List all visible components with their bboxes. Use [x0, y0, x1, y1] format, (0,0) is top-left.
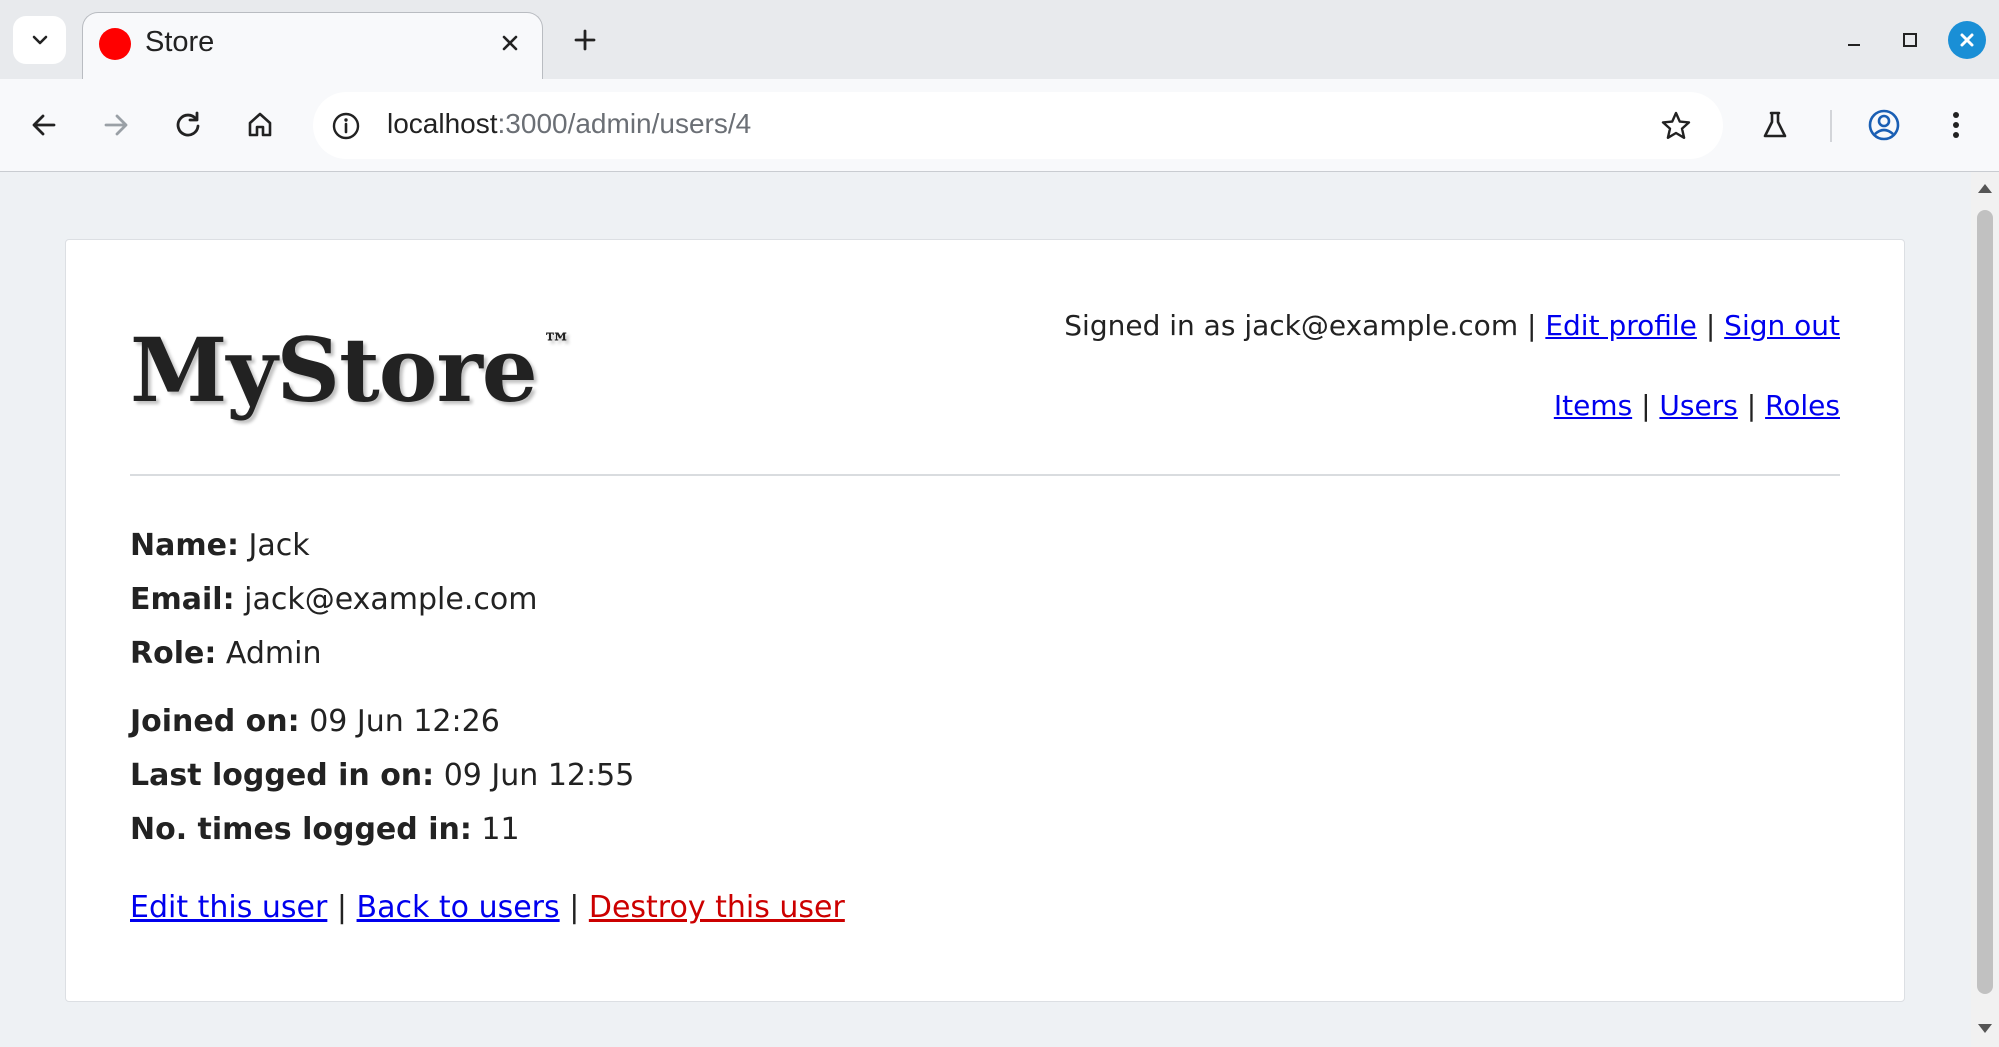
user-actions: Edit this user | Back to users | Destroy…	[130, 890, 845, 925]
browser-tab-strip: Store	[0, 0, 1999, 79]
kebab-menu-icon	[1953, 112, 1959, 138]
favicon-icon	[99, 28, 131, 60]
joined-value: 09 Jun 12:26	[309, 704, 500, 739]
admin-nav: Items | Users | Roles	[1554, 389, 1840, 422]
content-card: MyStore ™ Signed in as jack@example.com |…	[65, 239, 1905, 1002]
signed-in-text: Signed in as jack@example.com	[1064, 309, 1519, 342]
login-count-label: No. times logged in:	[130, 812, 472, 847]
tab-close-icon[interactable]	[494, 27, 526, 59]
menu-button[interactable]	[1931, 100, 1981, 150]
login-count-value: 11	[481, 812, 520, 847]
account-circle-icon	[1868, 109, 1900, 141]
home-icon	[248, 112, 272, 137]
last-login-label: Last logged in on:	[130, 758, 435, 793]
separator: |	[1527, 309, 1537, 342]
account-bar: Signed in as jack@example.com | Edit pro…	[1064, 309, 1840, 342]
reload-button[interactable]	[163, 100, 213, 150]
scrollbar-thumb[interactable]	[1977, 210, 1993, 994]
plus-icon	[574, 29, 596, 51]
url-host: localhost	[387, 108, 498, 139]
last-login-value: 09 Jun 12:55	[443, 758, 635, 793]
window-close-button[interactable]	[1948, 21, 1986, 59]
vertical-scrollbar[interactable]	[1971, 172, 1999, 1047]
address-bar[interactable]: localhost:3000/admin/users/4	[313, 92, 1723, 159]
profile-button[interactable]	[1859, 100, 1909, 150]
new-tab-button[interactable]	[565, 20, 605, 60]
reload-icon	[176, 111, 200, 137]
separator: |	[1705, 309, 1716, 342]
login-count-row: No. times logged in: 11	[130, 812, 520, 847]
forward-button[interactable]	[91, 100, 141, 150]
site-logo: MyStore ™	[130, 326, 571, 414]
role-label: Role:	[130, 636, 217, 671]
bookmark-star-icon[interactable]	[1657, 107, 1695, 145]
maximize-icon	[1903, 33, 1917, 47]
joined-label: Joined on:	[130, 704, 300, 739]
arrow-left-icon	[32, 114, 56, 136]
trademark-mark: ™	[542, 327, 571, 360]
scroll-up-arrow-icon[interactable]	[1978, 184, 1992, 193]
toolbar-divider	[1830, 110, 1832, 142]
last-login-row: Last logged in on: 09 Jun 12:55	[130, 758, 634, 793]
destroy-user-link[interactable]: Destroy this user	[589, 890, 845, 925]
edit-profile-link[interactable]: Edit profile	[1545, 309, 1697, 342]
email-row: Email: jack@example.com	[130, 582, 537, 617]
site-info-icon[interactable]	[329, 109, 363, 143]
url-text[interactable]: localhost:3000/admin/users/4	[387, 108, 751, 140]
separator: |	[336, 890, 347, 925]
url-path: :3000/admin/users/4	[497, 108, 752, 139]
role-value: Admin	[225, 636, 322, 671]
email-value: jack@example.com	[244, 582, 538, 617]
back-to-users-link[interactable]: Back to users	[357, 890, 560, 925]
role-row: Role: Admin	[130, 636, 322, 671]
nav-roles-link[interactable]: Roles	[1765, 389, 1840, 422]
minimize-icon	[1848, 44, 1860, 46]
tab-title: Store	[145, 26, 215, 58]
sign-out-link[interactable]: Sign out	[1724, 309, 1840, 342]
separator: |	[1641, 389, 1651, 422]
browser-toolbar: localhost:3000/admin/users/4	[0, 79, 1999, 172]
back-button[interactable]	[19, 100, 69, 150]
separator: |	[569, 890, 580, 925]
page-viewport: MyStore ™ Signed in as jack@example.com |…	[0, 172, 1971, 1047]
logo-text: MyStore	[130, 318, 538, 422]
flask-icon	[1763, 111, 1787, 138]
chevron-down-icon	[32, 35, 47, 45]
name-label: Name:	[130, 528, 239, 563]
nav-users-link[interactable]: Users	[1659, 389, 1737, 422]
close-icon	[1960, 33, 1974, 47]
edit-user-link[interactable]: Edit this user	[130, 890, 327, 925]
home-button[interactable]	[235, 100, 285, 150]
separator: |	[1746, 389, 1757, 422]
header-divider	[130, 474, 1840, 476]
minimize-button[interactable]	[1834, 20, 1874, 60]
name-value: Jack	[248, 528, 310, 563]
browser-tab-active[interactable]: Store	[82, 12, 543, 79]
joined-row: Joined on: 09 Jun 12:26	[130, 704, 500, 739]
scroll-down-arrow-icon[interactable]	[1978, 1024, 1992, 1033]
tab-search-button[interactable]	[13, 16, 66, 64]
labs-button[interactable]	[1750, 100, 1800, 150]
nav-items-link[interactable]: Items	[1554, 389, 1632, 422]
name-row: Name: Jack	[130, 528, 310, 563]
email-label: Email:	[130, 582, 235, 617]
maximize-button[interactable]	[1890, 20, 1930, 60]
arrow-right-icon	[104, 114, 128, 136]
